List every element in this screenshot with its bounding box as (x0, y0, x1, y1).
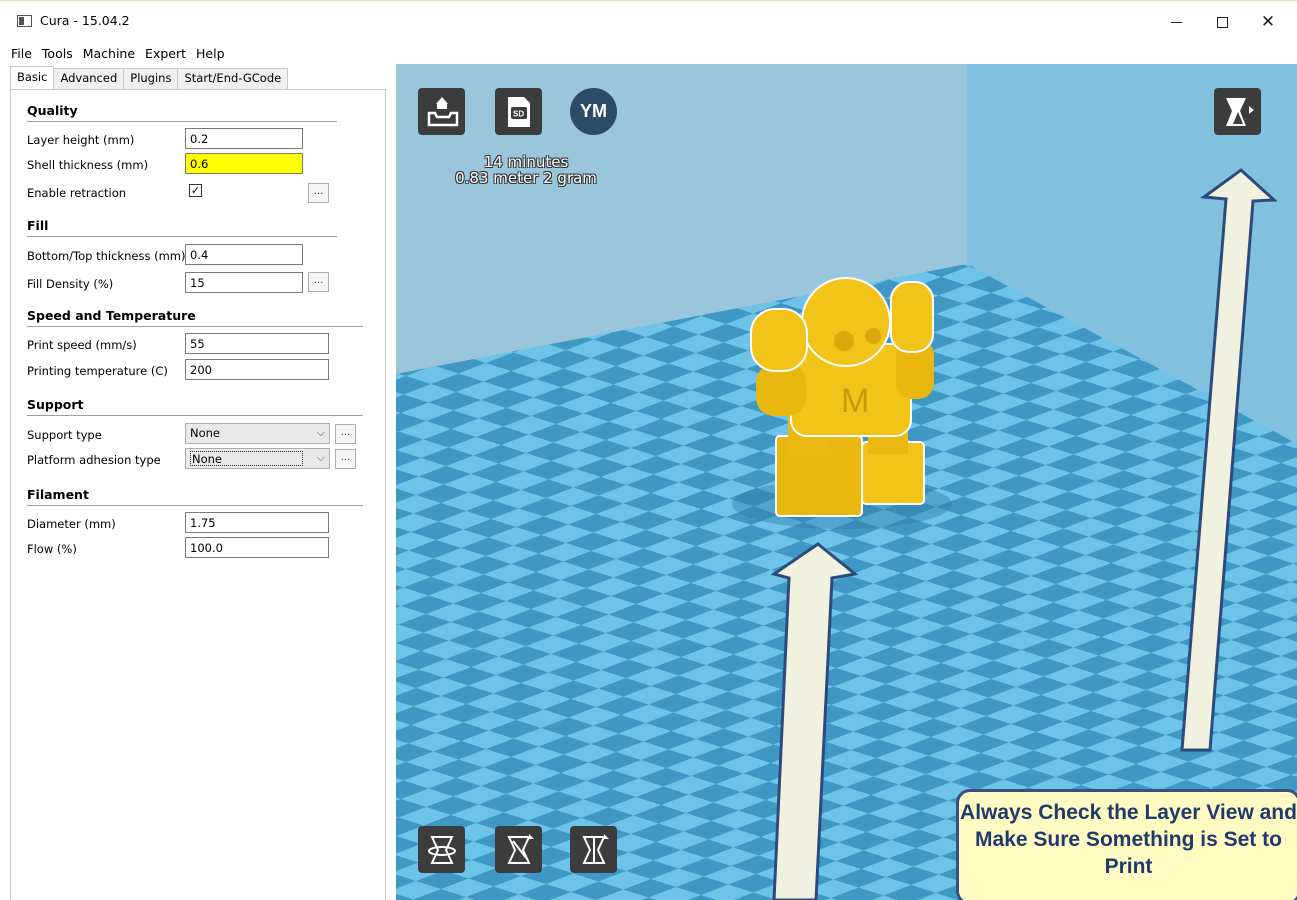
scene-canvas[interactable]: M (396, 64, 1297, 900)
fill-density-input[interactable] (185, 272, 303, 293)
scale-icon (506, 833, 534, 864)
chevron-down-icon: ⌵ (316, 426, 325, 439)
maximize-icon (1216, 16, 1228, 28)
window-title: Cura - 15.04.2 (40, 13, 130, 28)
tab-start-end-gcode[interactable]: Start/End-GCode (177, 68, 289, 89)
section-divider (27, 121, 337, 122)
fill-density-label: Fill Density (%) (27, 277, 114, 291)
section-title-quality: Quality (27, 103, 78, 118)
menu-machine[interactable]: Machine (78, 46, 140, 61)
support-type-select[interactable]: None ⌵ (185, 423, 330, 444)
printing-temperature-input[interactable] (185, 359, 329, 380)
tab-plugins[interactable]: Plugins (123, 68, 179, 89)
flow-input[interactable] (185, 537, 329, 558)
print-material: 0.83 meter 2 gram (455, 169, 597, 187)
retraction-settings-button[interactable]: ... (308, 183, 329, 203)
sd-card-icon: SD (507, 96, 530, 127)
tab-advanced[interactable]: Advanced (53, 68, 125, 89)
close-icon: ✕ (1260, 11, 1276, 32)
section-divider (27, 505, 363, 506)
rotate-icon (427, 835, 456, 864)
print-speed-label: Print speed (mm/s) (27, 338, 137, 352)
load-model-button[interactable] (418, 88, 465, 135)
mirror-icon (581, 833, 609, 864)
section-divider (27, 415, 363, 416)
platform-adhesion-select[interactable]: None ⌵ (185, 448, 330, 469)
support-type-value: None (190, 426, 221, 440)
print-speed-input[interactable] (185, 333, 329, 354)
minimize-icon (1170, 21, 1182, 23)
view-mode-icon (1225, 97, 1254, 126)
fill-settings-button[interactable]: ... (308, 272, 329, 292)
bottom-top-thickness-input[interactable] (185, 244, 303, 265)
platform-adhesion-value: None (190, 451, 303, 466)
basic-tab-page: Quality Layer height (mm) Shell thicknes… (10, 89, 386, 900)
menu-bar: File Tools Machine Expert Help (0, 43, 230, 63)
enable-retraction-label: Enable retraction (27, 186, 127, 200)
save-to-sd-button[interactable]: SD (495, 88, 542, 135)
print-estimate: 14 minutes 0.83 meter 2 gram (426, 154, 626, 186)
section-title-speed: Speed and Temperature (27, 308, 196, 323)
maximize-button[interactable] (1199, 7, 1245, 37)
youmagine-icon: YM (580, 101, 607, 121)
layer-height-input[interactable] (185, 128, 303, 149)
platform-adhesion-label: Platform adhesion type (27, 453, 161, 467)
support-type-label: Support type (27, 428, 102, 442)
title-bar: Cura - 15.04.2 ✕ (0, 0, 1297, 43)
printing-temperature-label: Printing temperature (C) (27, 364, 168, 378)
load-icon (427, 96, 458, 126)
minimize-button[interactable] (1153, 7, 1199, 37)
tab-basic[interactable]: Basic (10, 66, 55, 89)
enable-retraction-checkbox[interactable]: ✓ (189, 184, 202, 197)
annotation-callout: Always Check the Layer View and Make Sur… (956, 789, 1297, 900)
chevron-down-icon: ⌵ (316, 451, 325, 464)
section-title-filament: Filament (27, 487, 89, 502)
menu-tools[interactable]: Tools (37, 46, 78, 61)
support-settings-button[interactable]: ... (335, 424, 356, 444)
print-time: 14 minutes (483, 153, 569, 171)
section-divider (27, 236, 337, 237)
youmagine-button[interactable]: YM (570, 88, 617, 135)
layer-height-label: Layer height (mm) (27, 133, 135, 147)
3d-viewport[interactable]: M SD YM 14 minutes 0.83 meter 2 gram Alw… (396, 64, 1297, 900)
app-icon (17, 15, 32, 27)
rotate-tool-button[interactable] (418, 826, 465, 873)
shell-thickness-input[interactable] (185, 153, 303, 174)
shell-thickness-label: Shell thickness (mm) (27, 158, 149, 172)
menu-expert[interactable]: Expert (140, 46, 191, 61)
scale-tool-button[interactable] (495, 826, 542, 873)
menu-help[interactable]: Help (191, 46, 230, 61)
settings-tabs: Basic Advanced Plugins Start/End-GCode (10, 66, 289, 89)
section-divider (27, 326, 363, 327)
close-button[interactable]: ✕ (1245, 7, 1291, 37)
mirror-tool-button[interactable] (570, 826, 617, 873)
diameter-label: Diameter (mm) (27, 517, 116, 531)
menu-file[interactable]: File (6, 46, 37, 61)
flow-label: Flow (%) (27, 542, 77, 556)
section-title-fill: Fill (27, 218, 49, 233)
settings-panel: Basic Advanced Plugins Start/End-GCode Q… (0, 64, 396, 900)
view-mode-button[interactable] (1214, 88, 1261, 135)
diameter-input[interactable] (185, 512, 329, 533)
section-title-support: Support (27, 397, 84, 412)
svg-text:M: M (841, 382, 869, 420)
adhesion-settings-button[interactable]: ... (335, 449, 356, 469)
bottom-top-thickness-label: Bottom/Top thickness (mm) (27, 249, 186, 263)
sd-label: SD (513, 109, 524, 118)
